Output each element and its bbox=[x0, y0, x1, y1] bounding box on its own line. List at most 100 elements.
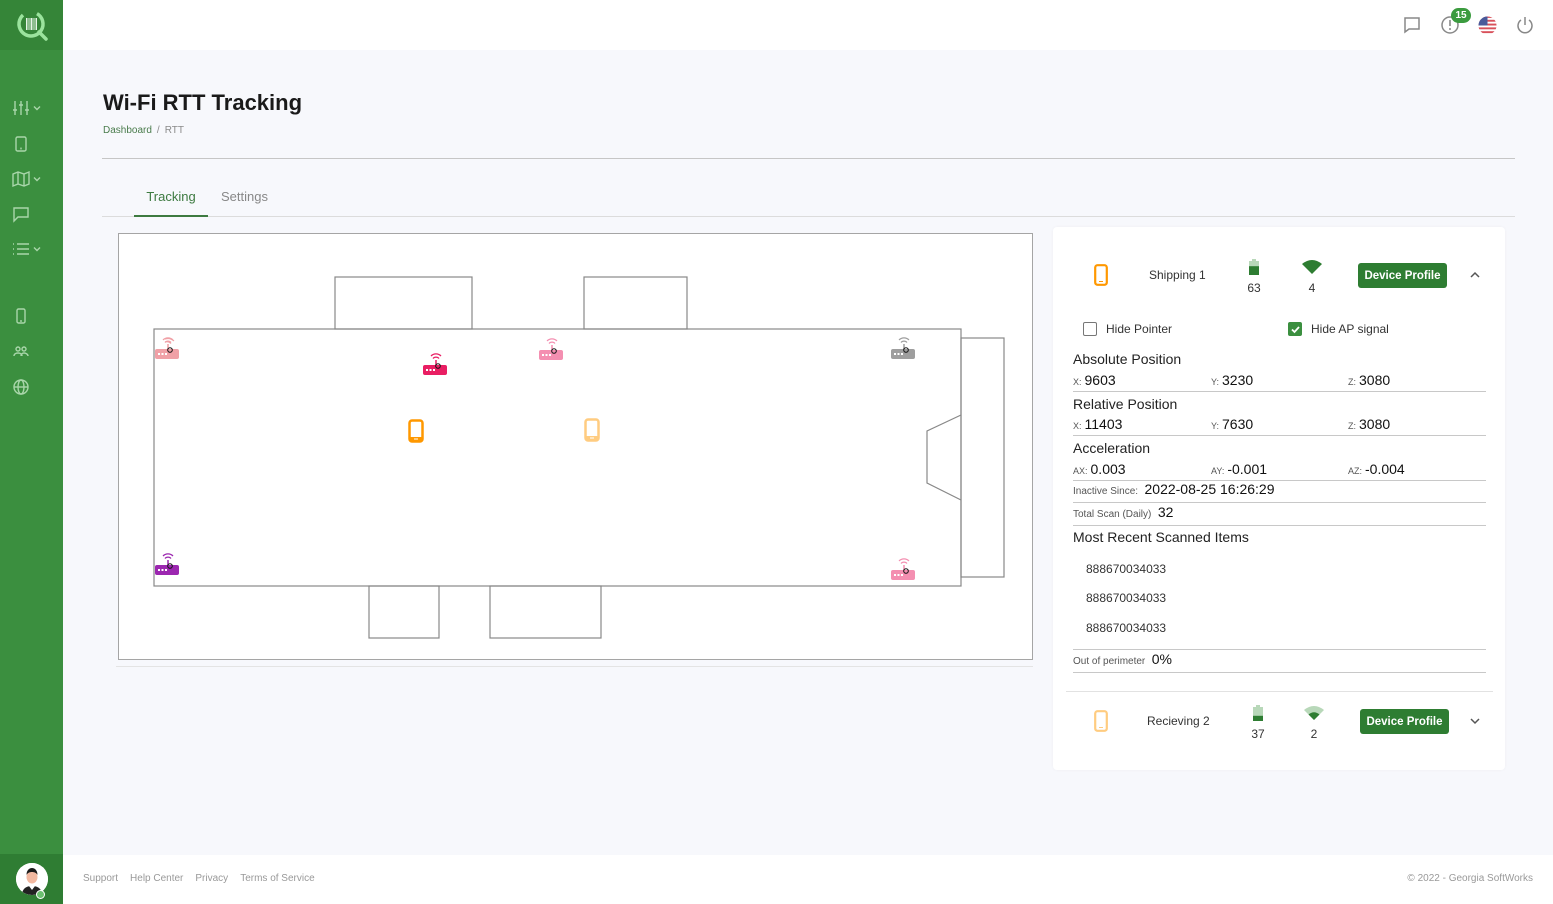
battery-value: 37 bbox=[1251, 727, 1265, 741]
chevron-down-icon bbox=[33, 247, 41, 252]
device-row-recieving-2[interactable]: Recieving 2 37 2 Device Profile bbox=[1053, 697, 1505, 747]
battery-icon bbox=[1253, 705, 1263, 721]
checkbox-checked[interactable] bbox=[1288, 322, 1302, 336]
tab-settings[interactable]: Settings bbox=[221, 189, 268, 204]
user-menu[interactable] bbox=[0, 854, 63, 904]
app-logo[interactable] bbox=[0, 0, 63, 50]
accel-y-value: -0.001 bbox=[1227, 461, 1268, 477]
online-status-dot bbox=[36, 890, 45, 899]
chat-icon bbox=[13, 207, 29, 223]
sidebar-item-settings[interactable] bbox=[12, 96, 52, 120]
hide-ap-signal-checkbox[interactable]: Hide AP signal bbox=[1288, 322, 1389, 336]
signal-indicator: 4 bbox=[1297, 259, 1327, 295]
abs-z-value: 3080 bbox=[1359, 372, 1391, 388]
inactive-since: Inactive Since: 2022-08-25 16:26:29 bbox=[1073, 481, 1486, 503]
abs-y-value: 3230 bbox=[1222, 372, 1254, 388]
top-room-1 bbox=[334, 276, 473, 330]
hide-ap-signal-label: Hide AP signal bbox=[1311, 322, 1389, 336]
phone-icon bbox=[1094, 710, 1108, 732]
footer-links: Support Help Center Privacy Terms of Ser… bbox=[83, 873, 315, 884]
header-divider bbox=[102, 158, 1515, 159]
relative-position-values: X: 11403 Y: 7630 Z: 3080 bbox=[1073, 414, 1486, 436]
device-divider bbox=[1066, 691, 1493, 692]
router-icon bbox=[539, 338, 563, 360]
breadcrumb-dashboard-link[interactable]: Dashboard bbox=[103, 125, 152, 136]
device-name: Shipping 1 bbox=[1149, 268, 1206, 282]
router-icon bbox=[423, 353, 447, 375]
map-divider bbox=[116, 666, 1033, 667]
hide-pointer-label: Hide Pointer bbox=[1106, 322, 1173, 336]
right-room bbox=[960, 337, 1005, 578]
footer-link-support[interactable]: Support bbox=[83, 873, 118, 884]
message-icon bbox=[1404, 17, 1420, 34]
map-icon bbox=[12, 170, 30, 188]
bottom-room-1 bbox=[368, 585, 440, 639]
wifi-signal-icon bbox=[1302, 260, 1322, 274]
footer: Support Help Center Privacy Terms of Ser… bbox=[63, 855, 1553, 904]
router-icon bbox=[155, 553, 179, 575]
total-scan: Total Scan (Daily) 32 bbox=[1073, 504, 1486, 526]
chevron-down-icon bbox=[33, 177, 41, 182]
power-icon bbox=[1517, 17, 1533, 34]
relative-position-title: Relative Position bbox=[1073, 396, 1178, 412]
signal-value: 2 bbox=[1310, 727, 1318, 741]
tab-tracking[interactable]: Tracking bbox=[134, 189, 208, 217]
sidebar-item-messages[interactable] bbox=[12, 202, 52, 226]
device-row-shipping-1[interactable]: Shipping 1 63 4 Device Profile bbox=[1053, 251, 1505, 301]
absolute-position-values: X: 9603 Y: 3230 Z: 3080 bbox=[1073, 370, 1486, 392]
battery-indicator: 63 bbox=[1239, 259, 1269, 295]
acceleration-values: AX: 0.003 AY: -0.001 AZ: -0.004 bbox=[1073, 459, 1486, 481]
sidebar-item-lists[interactable] bbox=[12, 237, 52, 261]
checkbox-unchecked[interactable] bbox=[1083, 322, 1097, 336]
messages-button[interactable] bbox=[1402, 15, 1424, 37]
footer-link-help-center[interactable]: Help Center bbox=[130, 873, 183, 884]
acceleration-title: Acceleration bbox=[1073, 440, 1151, 456]
tab-bar: Tracking Settings bbox=[102, 180, 1515, 217]
floor-map[interactable] bbox=[118, 233, 1033, 660]
router-icon bbox=[155, 337, 179, 359]
signal-indicator: 2 bbox=[1299, 705, 1329, 741]
breadcrumb: Dashboard / RTT bbox=[103, 125, 184, 136]
device-profile-button[interactable]: Device Profile bbox=[1360, 709, 1449, 734]
floor-plan bbox=[153, 276, 1005, 639]
recent-scans-title: Most Recent Scanned Items bbox=[1073, 529, 1249, 545]
out-of-perimeter-value: 0% bbox=[1151, 651, 1172, 667]
main-room-outline bbox=[153, 328, 962, 587]
scanned-item: 888670034033 bbox=[1086, 591, 1167, 605]
router-icon bbox=[891, 558, 915, 580]
sidebar-item-globe[interactable] bbox=[12, 375, 52, 399]
chevron-down-icon[interactable] bbox=[1467, 713, 1483, 729]
bottom-room-2 bbox=[489, 585, 602, 639]
total-scan-value: 32 bbox=[1157, 504, 1174, 520]
page-title: Wi-Fi RTT Tracking bbox=[103, 90, 303, 115]
rel-z-value: 3080 bbox=[1359, 416, 1391, 432]
scanned-item: 888670034033 bbox=[1086, 562, 1167, 576]
phone-icon bbox=[16, 308, 26, 324]
battery-indicator: 37 bbox=[1243, 705, 1273, 741]
check-icon bbox=[1290, 325, 1300, 333]
router-icon bbox=[891, 337, 915, 359]
scan-divider bbox=[1073, 649, 1486, 650]
wifi-signal-icon bbox=[1304, 706, 1324, 720]
sidebar-item-phones[interactable] bbox=[12, 304, 52, 328]
sidebar-item-devices[interactable] bbox=[12, 132, 52, 156]
rel-y-value: 7630 bbox=[1222, 416, 1254, 432]
hide-pointer-checkbox[interactable]: Hide Pointer bbox=[1083, 322, 1172, 336]
language-selector[interactable] bbox=[1478, 16, 1498, 36]
battery-value: 63 bbox=[1247, 281, 1261, 295]
abs-x-value: 9603 bbox=[1084, 372, 1116, 388]
sidebar bbox=[0, 0, 63, 904]
logout-button[interactable] bbox=[1515, 15, 1537, 37]
scanned-item: 888670034033 bbox=[1086, 621, 1167, 635]
phone-icon bbox=[584, 418, 600, 442]
chevron-up-icon[interactable] bbox=[1467, 267, 1483, 283]
signal-value: 4 bbox=[1308, 281, 1316, 295]
copyright: © 2022 - Georgia SoftWorks bbox=[1407, 873, 1533, 884]
sidebar-item-maps[interactable] bbox=[12, 167, 52, 191]
absolute-position-title: Absolute Position bbox=[1073, 351, 1182, 367]
phone-icon bbox=[408, 419, 424, 443]
footer-link-terms[interactable]: Terms of Service bbox=[240, 873, 314, 884]
device-profile-button[interactable]: Device Profile bbox=[1358, 263, 1447, 288]
footer-link-privacy[interactable]: Privacy bbox=[195, 873, 228, 884]
sidebar-item-users[interactable] bbox=[12, 339, 52, 363]
